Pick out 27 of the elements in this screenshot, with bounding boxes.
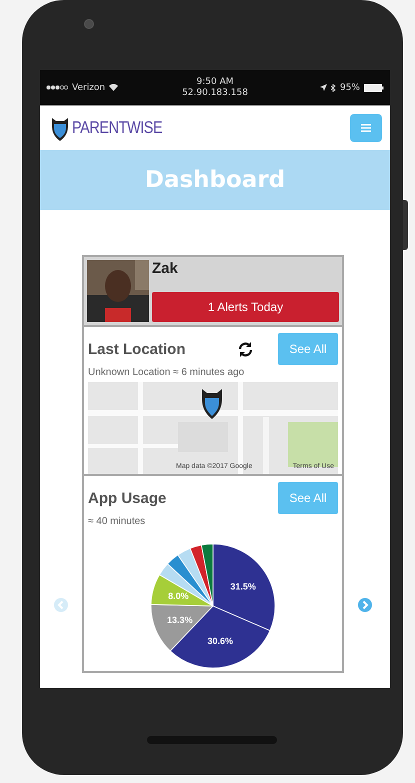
slice-label: 13.3% [167, 614, 193, 625]
menu-button[interactable] [350, 114, 382, 142]
child-name: Zak [152, 260, 179, 277]
menu-icon [361, 124, 371, 132]
camera-lens [84, 19, 94, 29]
signal-icon [46, 85, 68, 90]
slice-label: 8.0% [168, 591, 189, 602]
brand-logo: PARENTWISE [72, 118, 162, 138]
carrier-name: Verizon [72, 82, 106, 92]
slice-label: 30.6% [207, 636, 233, 646]
wifi-icon [109, 84, 118, 91]
refresh-icon[interactable] [237, 340, 254, 358]
location-status: Unknown Location ≈ 6 minutes ago [88, 367, 246, 378]
battery-icon [364, 84, 384, 92]
location-arrow-icon [320, 84, 327, 91]
owl-shield-marker [200, 386, 224, 420]
usage-duration: ≈ 40 minutes [88, 516, 146, 527]
section-title: App Usage [88, 490, 166, 506]
ip-address: 52.90.183.158 [182, 88, 248, 98]
alerts-button[interactable]: 1 Alerts Today [152, 292, 339, 322]
section-title: Last Location [88, 340, 186, 358]
clock-time: 9:50 AM [196, 76, 234, 88]
bluetooth-icon [330, 84, 336, 92]
owl-shield-icon [50, 115, 70, 141]
page-title: Dashboard [144, 167, 286, 193]
battery-percent: 95% [340, 82, 360, 92]
slice-label: 31.5% [230, 581, 256, 592]
